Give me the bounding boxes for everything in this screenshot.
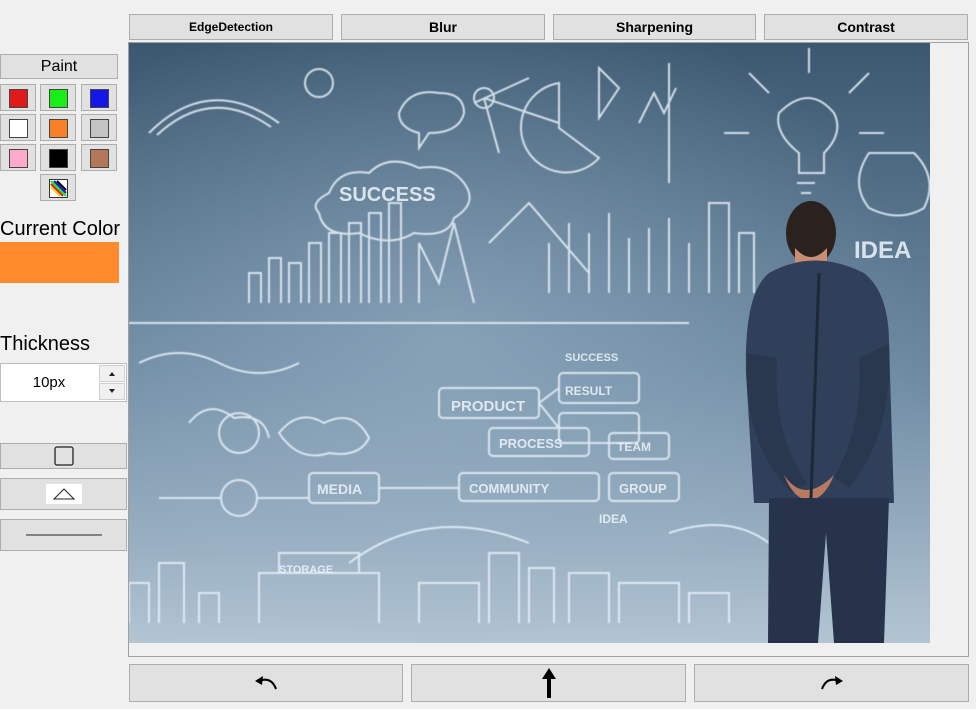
multicolor-picker-button[interactable] bbox=[40, 174, 76, 201]
color-chip bbox=[90, 149, 109, 168]
paint-button[interactable]: Paint bbox=[0, 54, 118, 79]
svg-text:TEAM: TEAM bbox=[617, 440, 651, 454]
thickness-value[interactable]: 10px bbox=[1, 374, 97, 391]
up-arrow-icon bbox=[109, 372, 115, 376]
multicolor-picker-icon bbox=[49, 179, 68, 198]
svg-text:GROUP: GROUP bbox=[619, 481, 667, 496]
color-swatch-8[interactable] bbox=[40, 144, 76, 171]
canvas-image[interactable]: SUCCESS PRODUCT RESULT SUCCESS PROCESS T… bbox=[129, 43, 930, 643]
sharpening-button[interactable]: Sharpening bbox=[553, 14, 756, 40]
svg-text:MEDIA: MEDIA bbox=[317, 481, 362, 497]
svg-text:IDEA: IDEA bbox=[599, 512, 628, 526]
line-icon bbox=[25, 534, 102, 536]
edge-detection-button[interactable]: EdgeDetection bbox=[129, 14, 333, 40]
svg-text:PRODUCT: PRODUCT bbox=[451, 398, 525, 415]
color-swatch-9[interactable] bbox=[81, 144, 117, 171]
color-swatch-1[interactable] bbox=[0, 84, 36, 111]
svg-text:PROCESS: PROCESS bbox=[499, 436, 563, 451]
undo-arrow-icon bbox=[255, 676, 277, 690]
redo-button[interactable] bbox=[694, 664, 969, 702]
triangle-outline-icon bbox=[45, 484, 82, 504]
thickness-increment-button[interactable] bbox=[99, 365, 125, 382]
svg-text:STORAGE: STORAGE bbox=[279, 564, 333, 576]
color-swatch-7[interactable] bbox=[0, 144, 36, 171]
undo-button[interactable] bbox=[129, 664, 403, 702]
upload-button[interactable] bbox=[411, 664, 686, 702]
color-swatch-4[interactable] bbox=[0, 114, 36, 141]
square-outline-icon bbox=[53, 446, 74, 466]
color-chip bbox=[49, 119, 68, 138]
color-chip bbox=[49, 89, 68, 108]
svg-text:SUCCESS: SUCCESS bbox=[339, 184, 436, 206]
current-color-label: Current Color bbox=[0, 218, 121, 240]
color-chip bbox=[9, 89, 28, 108]
color-swatch-6[interactable] bbox=[81, 114, 117, 141]
color-swatch-2[interactable] bbox=[40, 84, 76, 111]
color-chip bbox=[49, 149, 68, 168]
triangle-tool-button[interactable] bbox=[0, 478, 127, 510]
svg-text:IDEA: IDEA bbox=[854, 237, 911, 264]
down-arrow-icon bbox=[109, 389, 115, 393]
color-swatch-5[interactable] bbox=[40, 114, 76, 141]
thickness-label: Thickness bbox=[0, 333, 91, 355]
line-tool-button[interactable] bbox=[0, 519, 127, 551]
thickness-decrement-button[interactable] bbox=[99, 383, 125, 400]
color-chip bbox=[90, 89, 109, 108]
svg-text:SUCCESS: SUCCESS bbox=[565, 352, 618, 364]
svg-text:COMMUNITY: COMMUNITY bbox=[469, 481, 549, 496]
current-color-swatch bbox=[0, 242, 119, 283]
color-chip bbox=[9, 119, 28, 138]
color-chip bbox=[9, 149, 28, 168]
contrast-button[interactable]: Contrast bbox=[764, 14, 968, 40]
blur-button[interactable]: Blur bbox=[341, 14, 545, 40]
rectangle-tool-button[interactable] bbox=[0, 443, 127, 469]
thickness-spinbox[interactable]: 10px bbox=[0, 363, 127, 402]
upload-arrow-icon bbox=[541, 668, 556, 698]
color-swatch-3[interactable] bbox=[81, 84, 117, 111]
redo-arrow-icon bbox=[820, 676, 843, 690]
color-chip bbox=[90, 119, 109, 138]
svg-text:RESULT: RESULT bbox=[565, 384, 613, 398]
image-canvas[interactable]: SUCCESS PRODUCT RESULT SUCCESS PROCESS T… bbox=[128, 42, 969, 657]
